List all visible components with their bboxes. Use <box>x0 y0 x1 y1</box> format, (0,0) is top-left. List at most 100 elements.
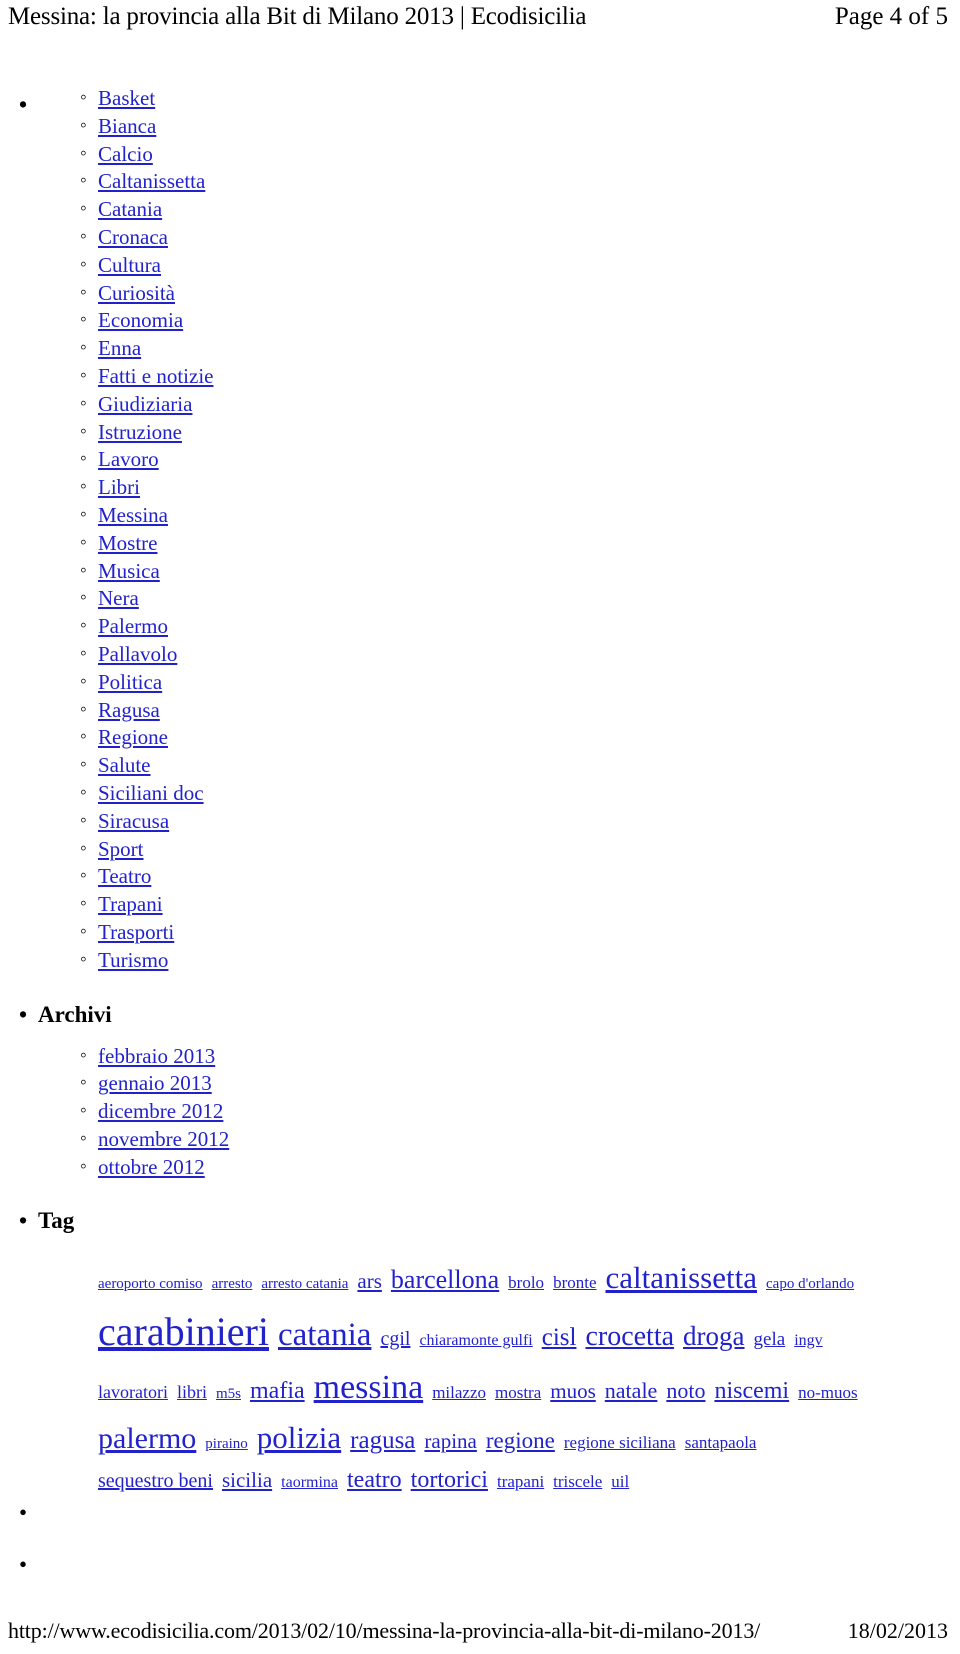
tag-link[interactable]: milazzo <box>432 1383 486 1402</box>
tag-link[interactable]: ars <box>357 1269 382 1293</box>
tag-link[interactable]: lavoratori <box>98 1382 168 1402</box>
category-link[interactable]: Messina <box>98 503 168 527</box>
category-link[interactable]: Calcio <box>98 142 153 166</box>
tag-link[interactable]: palermo <box>98 1422 196 1455</box>
section-categories: Basket Bianca Calcio Caltanissetta Catania Cr… <box>19 86 960 976</box>
category-link[interactable]: Bianca <box>98 114 156 138</box>
list-item: Istruzione <box>80 420 960 448</box>
tag-link[interactable]: teatro <box>347 1467 402 1493</box>
category-link[interactable]: Politica <box>98 670 162 694</box>
category-link[interactable]: Siracusa <box>98 809 169 833</box>
tag-link[interactable]: aeroporto comiso <box>98 1276 203 1292</box>
tag-link[interactable]: carabinieri <box>98 1309 269 1354</box>
category-link[interactable]: Cultura <box>98 253 161 277</box>
tag-link[interactable]: ingv <box>794 1332 822 1349</box>
tag-link[interactable]: ragusa <box>350 1427 415 1454</box>
category-link[interactable]: Salute <box>98 753 151 777</box>
tag-link[interactable]: piraino <box>205 1436 248 1452</box>
tag-link[interactable]: chiaramonte gulfi <box>419 1332 532 1349</box>
tag-link[interactable]: droga <box>683 1321 744 1351</box>
category-link[interactable]: Trapani <box>98 892 163 916</box>
category-link[interactable]: Fatti e notizie <box>98 364 213 388</box>
category-link[interactable]: Nera <box>98 586 139 610</box>
tag-link[interactable]: no-muos <box>798 1383 858 1402</box>
tag-link[interactable]: rapina <box>424 1429 476 1453</box>
tag-link[interactable]: cgil <box>380 1328 410 1350</box>
tag-link[interactable]: caltanissetta <box>606 1260 758 1295</box>
sidebar-content: Basket Bianca Calcio Caltanissetta Catania Cr… <box>0 86 960 1602</box>
category-link[interactable]: Musica <box>98 559 160 583</box>
tag-link[interactable]: natale <box>605 1378 658 1403</box>
archive-link[interactable]: novembre 2012 <box>98 1127 229 1151</box>
list-item: Salute <box>80 753 960 781</box>
category-link[interactable]: Basket <box>98 86 155 110</box>
tag-link[interactable]: tortorici <box>411 1467 488 1493</box>
tag-link[interactable]: mafia <box>250 1378 305 1404</box>
tag-link[interactable]: regione siciliana <box>564 1433 676 1452</box>
section-archives: Archivi febbraio 2013 gennaio 2013 dicembr… <box>19 996 960 1183</box>
category-link[interactable]: Trasporti <box>98 920 174 944</box>
category-link[interactable]: Teatro <box>98 864 151 888</box>
list-item: Politica <box>80 670 960 698</box>
category-link[interactable]: Turismo <box>98 948 168 972</box>
tag-link[interactable]: capo d'orlando <box>766 1276 854 1292</box>
tag-link[interactable]: barcellona <box>391 1265 499 1294</box>
tag-link[interactable]: polizia <box>257 1420 341 1455</box>
list-item: Trapani <box>80 892 960 920</box>
tag-link[interactable]: triscele <box>553 1472 602 1491</box>
tag-link[interactable]: niscemi <box>714 1378 789 1404</box>
list-item: Turismo <box>80 948 960 976</box>
tag-link[interactable]: bronte <box>553 1273 596 1292</box>
tag-link[interactable]: regione <box>486 1428 555 1453</box>
sidebar-sections: Basket Bianca Calcio Caltanissetta Catania Cr… <box>0 86 960 1498</box>
category-link[interactable]: Cronaca <box>98 225 168 249</box>
category-link[interactable]: Istruzione <box>98 420 182 444</box>
category-link[interactable]: Mostre <box>98 531 158 555</box>
category-link[interactable]: Lavoro <box>98 447 159 471</box>
list-item: Musica <box>80 559 960 587</box>
tag-link[interactable]: brolo <box>508 1273 544 1292</box>
category-link[interactable]: Libri <box>98 475 140 499</box>
tag-link[interactable]: cisl <box>542 1324 577 1351</box>
tag-link[interactable]: messina <box>314 1369 424 1406</box>
section-tags: Tag aeroporto comiso arresto arresto cat… <box>19 1202 960 1498</box>
tag-link[interactable]: taormina <box>281 1474 338 1491</box>
tag-link[interactable]: trapani <box>497 1472 544 1491</box>
tag-link[interactable]: catania <box>278 1317 371 1353</box>
tag-link[interactable]: arresto catania <box>261 1276 348 1292</box>
category-link[interactable]: Ragusa <box>98 698 160 722</box>
tag-link[interactable]: gela <box>754 1329 786 1350</box>
tag-link[interactable]: crocetta <box>585 1321 674 1352</box>
category-link[interactable]: Palermo <box>98 614 168 638</box>
archive-link[interactable]: gennaio 2013 <box>98 1071 212 1095</box>
archive-link[interactable]: febbraio 2013 <box>98 1044 215 1068</box>
tag-link[interactable]: uil <box>611 1472 629 1491</box>
category-link[interactable]: Catania <box>98 197 162 221</box>
category-link[interactable]: Regione <box>98 725 168 749</box>
archive-link[interactable]: ottobre 2012 <box>98 1155 205 1179</box>
empty-bullet-list <box>0 1498 960 1602</box>
archive-link[interactable]: dicembre 2012 <box>98 1099 223 1123</box>
tag-link[interactable]: noto <box>666 1378 705 1403</box>
tag-link[interactable]: arresto <box>212 1276 253 1292</box>
category-link[interactable]: Sport <box>98 837 144 861</box>
category-link[interactable]: Siciliani doc <box>98 781 204 805</box>
category-link[interactable]: Giudiziaria <box>98 392 192 416</box>
category-link[interactable]: Caltanissetta <box>98 169 205 193</box>
tag-link[interactable]: muos <box>550 1379 596 1403</box>
tag-link[interactable]: libri <box>177 1382 207 1402</box>
list-item: gennaio 2013 <box>80 1071 960 1099</box>
category-link[interactable]: Enna <box>98 336 141 360</box>
tag-link[interactable]: mostra <box>495 1383 541 1402</box>
list-item: Libri <box>80 475 960 503</box>
tag-link[interactable]: santapaola <box>685 1433 757 1452</box>
tag-link[interactable]: m5s <box>216 1386 241 1402</box>
tag-link[interactable]: sequestro beni <box>98 1470 213 1492</box>
list-item: Calcio <box>80 142 960 170</box>
category-link[interactable]: Pallavolo <box>98 642 177 666</box>
category-link[interactable]: Economia <box>98 308 183 332</box>
list-item: dicembre 2012 <box>80 1099 960 1127</box>
category-link[interactable]: Curiosità <box>98 281 175 305</box>
tag-link[interactable]: sicilia <box>222 1468 272 1492</box>
